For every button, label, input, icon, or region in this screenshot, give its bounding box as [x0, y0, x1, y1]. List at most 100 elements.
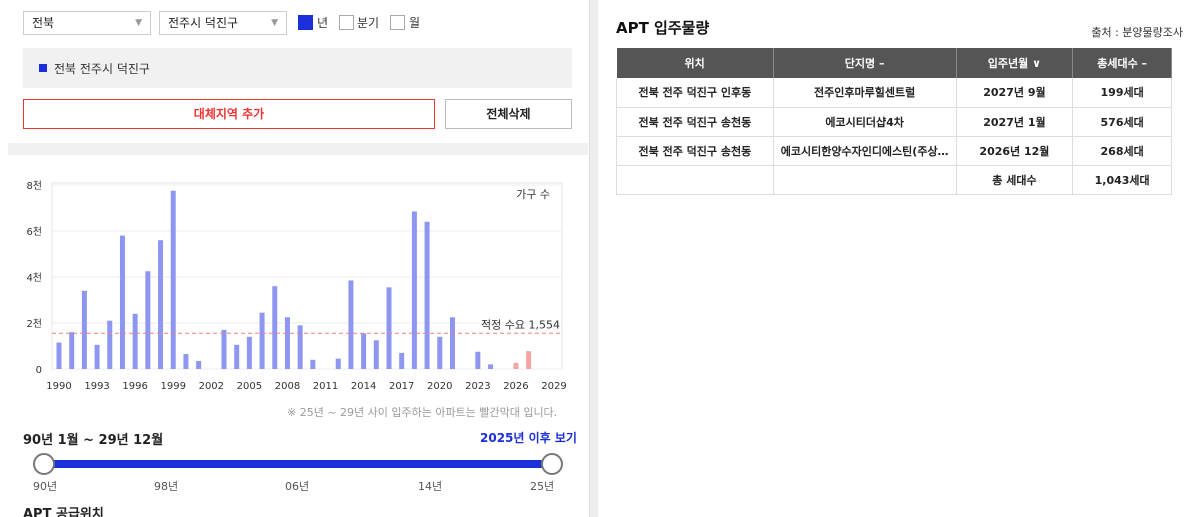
region-color-marker [39, 64, 47, 72]
bar-2015 [373, 340, 379, 369]
table-header-row: 위치 단지명 – 입주년월 ∨ 총세대수 – [616, 48, 1172, 78]
cell-empty [773, 165, 957, 195]
bar-2020 [437, 336, 443, 369]
x-tick-label: 2023 [465, 381, 490, 392]
table-row[interactable]: 전북 전주 덕진구 인후동 전주인후마루힐센트럴 2027년 9월 199세대 [616, 78, 1172, 108]
checkbox-month-label: 월 [409, 16, 421, 30]
district-select[interactable]: 전주시 덕진구 ▼ [159, 11, 287, 35]
slider-tick: 90년 [33, 480, 58, 493]
bar-2003 [221, 329, 227, 369]
bar-1991 [69, 332, 75, 369]
cell-households: 576세대 [1072, 107, 1172, 137]
district-select-value: 전주시 덕진구 [168, 16, 239, 30]
checkbox-month[interactable] [390, 15, 405, 30]
bar-1993 [94, 344, 100, 369]
checkbox-quarter-label: 분기 [357, 16, 380, 30]
bar-2014 [361, 333, 367, 369]
bar-2005 [246, 336, 252, 369]
y-tick-label: 2천 [26, 318, 42, 330]
table-row[interactable]: 전북 전주 덕진구 송천동 에코시티더샵4차 2027년 1월 576세대 [616, 107, 1172, 137]
reference-label: 적정 수요 1,554 [481, 318, 560, 331]
bar-1992 [81, 290, 87, 369]
bar-1998 [158, 240, 164, 369]
cell-households: 199세대 [1072, 78, 1172, 108]
apt-move-in-table: 위치 단지명 – 입주년월 ∨ 총세대수 – 전북 전주 덕진구 인후동 전주인… [616, 48, 1172, 195]
table-row[interactable]: 전북 전주 덕진구 송천동 에코시티한양수자인디에스틴(주상… 2026년 12… [616, 136, 1172, 166]
bar-1996 [132, 313, 138, 369]
left-panel: 전북 ▼ 전주시 덕진구 ▼ 년 분기 월 전북 전주시 덕진구 대체지역 추가… [0, 0, 590, 517]
bar-2008 [284, 317, 290, 369]
slider-tick: 25년 [530, 480, 555, 493]
supply-location-title: APT 공급위치 [23, 507, 104, 517]
bar-2024 [488, 364, 494, 369]
x-tick-label: 1993 [84, 381, 109, 392]
selected-region-label: 전북 전주시 덕진구 [54, 62, 150, 76]
slider-end-handle[interactable] [541, 453, 563, 475]
x-tick-label: 2002 [199, 381, 224, 392]
column-header-move-in-date[interactable]: 입주년월 ∨ [956, 48, 1074, 78]
chevron-down-icon: ▼ [271, 18, 278, 28]
plot-frame [51, 182, 563, 370]
bar-2017 [399, 352, 405, 369]
x-tick-label: 1999 [161, 381, 186, 392]
x-tick-label: 2029 [541, 381, 566, 392]
cell-empty [616, 165, 774, 195]
cell-move-in-date: 2027년 9월 [956, 78, 1074, 108]
checkbox-year-label: 년 [317, 16, 329, 30]
cell-location: 전북 전주 덕진구 송천동 [616, 107, 774, 137]
cell-households: 268세대 [1072, 136, 1172, 166]
bar-1999 [170, 190, 176, 369]
section-divider [8, 143, 588, 155]
legend-label: 가구 수 [516, 188, 550, 201]
bar-2027 [526, 351, 532, 369]
checkbox-year[interactable] [298, 15, 313, 30]
bar-2010 [310, 359, 316, 369]
add-alt-region-button[interactable]: 대체지역 추가 [23, 99, 435, 129]
x-tick-label: 2005 [237, 381, 262, 392]
bar-1995 [119, 235, 125, 369]
x-tick-label: 2011 [313, 381, 338, 392]
supply-bar-chart: 0 2천 4천 6천 8천적정 수요 1,554 가구 수 1990 1993 1996 1999… [26, 180, 566, 392]
bar-1994 [107, 320, 113, 369]
slider-tick: 06년 [285, 480, 310, 493]
bar-2016 [386, 287, 392, 369]
bar-2012 [335, 358, 341, 369]
cell-complex: 전주인후마루힐센트럴 [773, 78, 957, 108]
total-value: 1,043세대 [1072, 165, 1172, 195]
bar-2001 [196, 360, 202, 369]
chevron-down-icon: ▼ [135, 18, 142, 28]
region-select[interactable]: 전북 ▼ [23, 11, 151, 35]
x-tick-label: 1990 [46, 381, 71, 392]
column-header-households[interactable]: 총세대수 – [1072, 48, 1172, 78]
chart-note: ※ 25년 ~ 29년 사이 입주하는 아파트는 빨간막대 입니다. [287, 406, 558, 419]
cell-location: 전북 전주 덕진구 인후동 [616, 78, 774, 108]
y-tick-label: 4천 [26, 272, 42, 284]
checkbox-quarter[interactable] [339, 15, 354, 30]
bar-2004 [234, 344, 240, 369]
slider-tick: 98년 [154, 480, 179, 493]
right-panel: APT 입주물량 출처 : 분양물량조사 위치 단지명 – 입주년월 ∨ 총세대… [598, 0, 1191, 517]
data-source-label: 출처 : 분양물량조사 [1091, 26, 1183, 39]
x-tick-label: 2014 [351, 381, 376, 392]
bar-2019 [424, 221, 430, 369]
bar-2018 [411, 211, 417, 369]
period-slider-track[interactable] [44, 460, 552, 468]
x-tick-label: 2020 [427, 381, 452, 392]
cell-complex: 에코시티더샵4차 [773, 107, 957, 137]
bar-1997 [145, 271, 151, 369]
bar-2000 [183, 354, 189, 369]
x-tick-label: 1996 [122, 381, 147, 392]
column-header-location[interactable]: 위치 [616, 48, 774, 78]
column-header-complex[interactable]: 단지명 – [773, 48, 957, 78]
cell-move-in-date: 2027년 1월 [956, 107, 1074, 137]
y-tick-label: 0 [36, 365, 42, 376]
delete-all-button[interactable]: 전체삭제 [445, 99, 572, 129]
apt-panel-title: APT 입주물량 [616, 19, 710, 37]
period-range-text: 90년 1월 ~ 29년 12월 [23, 433, 164, 448]
slider-tick: 14년 [418, 480, 443, 493]
cell-location: 전북 전주 덕진구 송천동 [616, 136, 774, 166]
cell-move-in-date: 2026년 12월 [956, 136, 1074, 166]
slider-start-handle[interactable] [33, 453, 55, 475]
y-tick-label: 6천 [26, 226, 42, 238]
after-2025-link[interactable]: 2025년 이후 보기 [480, 429, 577, 446]
